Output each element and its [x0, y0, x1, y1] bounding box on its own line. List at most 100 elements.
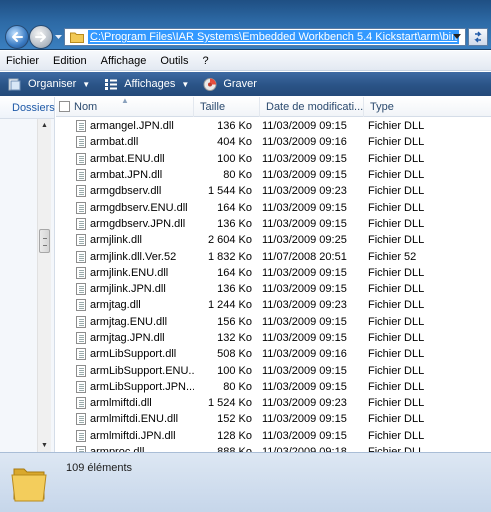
file-name-cell[interactable]: armLibSupport.dll [56, 348, 194, 361]
file-name-cell[interactable]: armbat.JPN.dll [56, 169, 194, 182]
file-size: 152 Ko [217, 413, 252, 426]
file-name-cell[interactable]: armjtag.dll [56, 299, 194, 312]
file-name-cell[interactable]: armlmiftdi.ENU.dll [56, 413, 194, 426]
file-name: armgdbserv.JPN.dll [90, 217, 186, 230]
file-name-cell[interactable]: armjtag.ENU.dll [56, 315, 194, 328]
file-name: armjtag.ENU.dll [90, 315, 168, 328]
file-row[interactable]: armLibSupport.dll 508 Ko 11/03/2009 09:16 F… [56, 346, 491, 362]
organise-label: Organiser [28, 78, 77, 90]
file-row[interactable]: armjlink.dll 2 604 Ko 11/03/2009 09:25 Fich… [56, 232, 491, 248]
file-icon [76, 315, 86, 328]
address-bar[interactable]: C:\Program Files\IAR Systems\Embedded Wo… [64, 28, 466, 46]
file-type: Fichier DLL [368, 299, 425, 312]
file-size: 136 Ko [217, 283, 252, 296]
scrollbar-thumb[interactable] [39, 229, 50, 253]
file-date: 11/03/2009 09:25 [262, 234, 347, 247]
file-icon [76, 250, 86, 263]
file-name: armbat.JPN.dll [90, 169, 163, 182]
file-row[interactable]: armproc.dll888 Ko11/03/2009 09:18Fichier… [56, 444, 491, 452]
file-date: 11/03/2009 09:15 [262, 152, 347, 165]
file-type: Fichier DLL [368, 429, 425, 442]
file-row[interactable]: armgdbserv.dll 1 544 Ko 11/03/2009 09:23 Fi… [56, 183, 491, 199]
file-row[interactable]: armbat.JPN.dll 80 Ko 11/03/2009 09:15 Fichi… [56, 167, 491, 183]
column-name[interactable]: ▲ Nom [56, 96, 194, 117]
folders-header[interactable]: Dossiers [0, 97, 55, 119]
file-row[interactable]: armgdbserv.JPN.dll 136 Ko 11/03/2009 09:15… [56, 216, 491, 232]
file-name-cell[interactable]: armjlink.dll.Ver.52 [56, 250, 194, 263]
details-bar: 109 éléments [0, 452, 491, 512]
file-date: 11/03/2009 09:16 [262, 348, 347, 361]
file-name-cell[interactable]: armjlink.JPN.dll [56, 283, 194, 296]
file-name: armjlink.JPN.dll [90, 283, 166, 296]
file-name-cell[interactable]: armlmiftdi.JPN.dll [56, 429, 194, 442]
file-name-cell[interactable]: armjtag.JPN.dll [56, 332, 194, 344]
file-name-cell[interactable]: armangel.JPN.dll [56, 120, 194, 133]
address-dropdown-icon[interactable] [453, 34, 461, 40]
refresh-button[interactable] [468, 28, 488, 46]
recent-pages-dropdown-icon[interactable] [54, 32, 63, 42]
file-name-cell[interactable]: armgdbserv.ENU.dll [56, 201, 194, 214]
file-row[interactable]: armlmiftdi.JPN.dll 128 Ko 11/03/2009 09:15… [56, 428, 491, 444]
column-type[interactable]: Type [364, 97, 491, 117]
file-row[interactable]: armjlink.dll.Ver.52 1 832 Ko 11/07/2008 20… [56, 248, 491, 264]
file-size: 136 Ko [217, 120, 252, 133]
file-name-cell[interactable]: armLibSupport.JPN.... [56, 380, 194, 393]
menu-help[interactable]: ? [202, 55, 208, 67]
file-name-cell[interactable]: armgdbserv.dll [56, 185, 194, 198]
column-size[interactable]: Taille [194, 96, 260, 117]
file-icon [76, 120, 86, 133]
refresh-icon [474, 31, 482, 43]
file-name: armlmiftdi.JPN.dll [90, 429, 176, 442]
file-row[interactable]: armjlink.ENU.dll 164 Ko 11/03/2009 09:15 Fi… [56, 265, 491, 281]
file-row[interactable]: armjtag.ENU.dll 156 Ko 11/03/2009 09:15 Fic… [56, 314, 491, 330]
burn-button[interactable]: Graver [203, 77, 257, 91]
file-name-cell[interactable]: armjlink.dll [56, 234, 194, 247]
file-type: Fichier DLL [368, 283, 425, 296]
file-row[interactable]: armjlink.JPN.dll 136 Ko 11/03/2009 09:15 Fi… [56, 281, 491, 297]
file-date: 11/07/2008 20:51 [262, 250, 347, 263]
scroll-down-icon[interactable]: ▼ [41, 442, 48, 449]
back-arrow-icon [12, 32, 23, 42]
file-row[interactable]: armLibSupport.JPN.... 80 Ko 11/03/2009 09:… [56, 379, 491, 395]
file-size: 80 Ko [223, 380, 252, 393]
file-name: armbat.dll [90, 136, 139, 149]
file-row[interactable]: armangel.JPN.dll 136 Ko 11/03/2009 09:15 Fi… [56, 118, 491, 134]
forward-button[interactable] [29, 25, 53, 49]
file-name-cell[interactable]: armLibSupport.ENU... [56, 364, 194, 377]
file-icon [76, 136, 86, 149]
file-icon [76, 266, 86, 279]
organise-button[interactable]: Organiser ▼ [8, 78, 90, 91]
file-row[interactable]: armjtag.dll 1 244 Ko 11/03/2009 09:23 Fichi… [56, 297, 491, 313]
file-row[interactable]: armlmiftdi.dll 1 524 Ko 11/03/2009 09:23 Fi… [56, 395, 491, 411]
column-date[interactable]: Date de modificati... [260, 96, 364, 117]
views-button[interactable]: Affichages ▼ [104, 78, 189, 91]
file-row[interactable]: armlmiftdi.ENU.dll 152 Ko 11/03/2009 09:15… [56, 411, 491, 427]
file-row[interactable]: armbat.ENU.dll 100 Ko 11/03/2009 09:15 Fich… [56, 151, 491, 167]
file-size: 80 Ko [223, 169, 252, 182]
file-name: armjtag.JPN.dll [90, 332, 165, 344]
file-icon [76, 332, 86, 344]
file-name-cell[interactable]: armjlink.ENU.dll [56, 266, 194, 279]
file-name-cell[interactable]: armlmiftdi.dll [56, 397, 194, 410]
file-row[interactable]: armbat.dll 404 Ko 11/03/2009 09:16 Fichier … [56, 134, 491, 150]
menu-affichage[interactable]: Affichage [101, 55, 147, 67]
file-name-cell[interactable]: armgdbserv.JPN.dll [56, 217, 194, 230]
file-name-cell[interactable]: armbat.ENU.dll [56, 152, 194, 165]
views-icon [105, 78, 118, 90]
navigation-pane: Dossiers ▲ ▼ [0, 97, 55, 452]
file-row[interactable]: armjtag.JPN.dll 132 Ko 11/03/2009 09:15 Fic… [56, 330, 491, 346]
address-path[interactable]: C:\Program Files\IAR Systems\Embedded Wo… [88, 30, 460, 44]
file-row[interactable]: armgdbserv.ENU.dll 164 Ko 11/03/2009 09:15… [56, 199, 491, 215]
file-name-cell[interactable]: armbat.dll [56, 136, 194, 149]
menu-fichier[interactable]: Fichier [6, 55, 39, 67]
organise-icon [8, 78, 21, 90]
file-row[interactable]: armLibSupport.ENU... 100 Ko 11/03/2009 09:… [56, 362, 491, 378]
vertical-scrollbar[interactable]: ▲ ▼ [37, 119, 51, 452]
back-button[interactable] [5, 25, 29, 49]
file-date: 11/03/2009 09:15 [262, 283, 347, 296]
menu-edition[interactable]: Edition [53, 55, 87, 67]
select-all-checkbox[interactable] [59, 100, 70, 112]
menu-outils[interactable]: Outils [160, 55, 188, 67]
file-date: 11/03/2009 09:15 [262, 315, 347, 328]
scroll-up-icon[interactable]: ▲ [41, 122, 48, 129]
